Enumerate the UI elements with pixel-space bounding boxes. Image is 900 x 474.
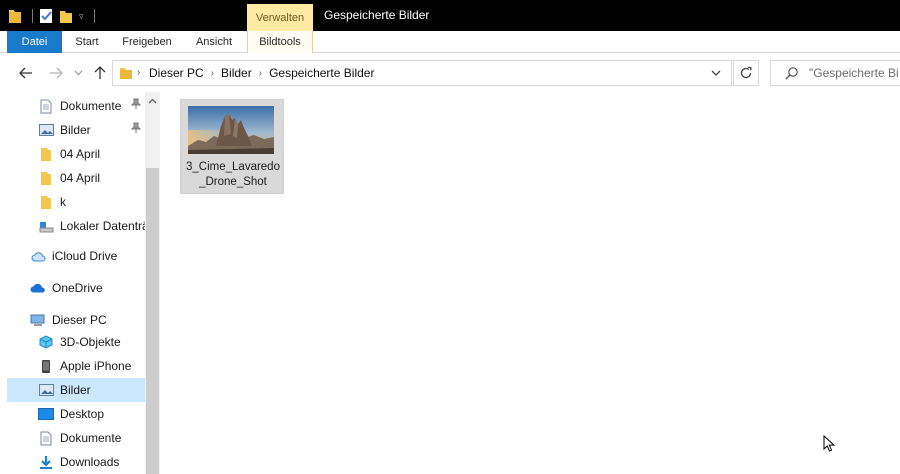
sidebar-item-bilder[interactable]: Bilder: [7, 378, 145, 402]
sidebar-item-label: Dokumente: [60, 431, 122, 445]
arrow-right-icon: [50, 67, 63, 79]
chevron-down-icon: [711, 70, 721, 76]
tab-datei[interactable]: Datei: [7, 31, 62, 53]
documents-icon: [38, 98, 54, 114]
breadcrumb-gespeicherte-bilder[interactable]: Gespeicherte Bilder: [269, 66, 374, 80]
sidebar-item-k[interactable]: k: [38, 190, 145, 214]
breadcrumb-dieser-pc[interactable]: Dieser PC: [149, 66, 204, 80]
toolbar-divider: [32, 9, 33, 23]
sidebar-item-label: Downloads: [60, 455, 120, 469]
title-bar: ▿ Verwalten Gespeicherte Bilder: [0, 0, 900, 31]
image-thumbnail: [188, 106, 274, 154]
drive-icon: [38, 218, 54, 234]
arrow-left-icon: [19, 67, 32, 79]
search-box[interactable]: [770, 60, 900, 86]
file-item[interactable]: 3_Cime_Lavaredo _Drone_Shot: [180, 99, 284, 194]
pictures-icon: [38, 122, 54, 138]
3d-objects-icon: [38, 334, 54, 350]
new-folder-icon[interactable]: [59, 8, 73, 24]
chevron-up-icon: [148, 98, 157, 104]
phone-icon: [38, 358, 54, 374]
pin-icon[interactable]: [130, 122, 142, 137]
file-list: 3_Cime_Lavaredo _Drone_Shot: [161, 92, 900, 474]
navigation-pane: Dokumente Bilder 04 April 04 April k Lok…: [0, 92, 160, 474]
computer-icon: [30, 312, 46, 328]
search-icon: [785, 66, 799, 83]
folder-icon: [119, 66, 133, 83]
back-button[interactable]: [16, 63, 36, 83]
chevron-right-icon[interactable]: ›: [211, 68, 214, 79]
sidebar-item-label: 04 April: [60, 171, 101, 185]
sidebar-item-label: Desktop: [60, 407, 105, 421]
sidebar-item-label: 04 April: [60, 147, 101, 161]
folder-icon: [38, 194, 54, 210]
mouse-cursor-icon: [823, 434, 836, 455]
tab-verwalten[interactable]: Verwalten: [247, 4, 313, 31]
forward-button[interactable]: [46, 63, 66, 83]
downloads-icon: [38, 454, 54, 470]
up-button[interactable]: [90, 63, 110, 83]
customize-toolbar-icon[interactable]: ▿: [79, 11, 84, 22]
sidebar-item-04-april[interactable]: 04 April: [38, 142, 145, 166]
search-input[interactable]: [809, 64, 899, 82]
sidebar-item-label: Bilder: [60, 383, 91, 397]
sidebar-item-dokumente[interactable]: Dokumente: [38, 426, 145, 450]
sidebar-item-label: Bilder: [60, 123, 91, 137]
sidebar-item-lokaler-datentraeger[interactable]: Lokaler Datenträger: [38, 214, 145, 238]
refresh-button[interactable]: [733, 60, 759, 86]
onedrive-icon: [30, 280, 46, 296]
sidebar-item-dieser-pc[interactable]: Dieser PC: [30, 308, 145, 332]
sidebar-item-label: Dieser PC: [52, 313, 107, 327]
folder-icon[interactable]: [8, 8, 22, 24]
sidebar-item-3d-objekte[interactable]: 3D-Objekte: [38, 330, 145, 354]
sidebar-item-label: Dokumente: [60, 99, 122, 113]
address-bar[interactable]: › Dieser PC › Bilder › Gespeicherte Bild…: [112, 60, 732, 86]
chevron-down-icon: [74, 70, 82, 76]
scroll-thumb[interactable]: [146, 168, 159, 474]
icloud-icon: [30, 248, 46, 264]
sidebar-item-label: 3D-Objekte: [60, 335, 121, 349]
sidebar-item-label: iCloud Drive: [52, 249, 118, 263]
sidebar-item-apple-iphone[interactable]: Apple iPhone: [38, 354, 145, 378]
breadcrumb-bilder[interactable]: Bilder: [221, 66, 252, 80]
file-name: 3_Cime_Lavaredo _Drone_Shot: [186, 161, 280, 188]
ribbon-tabs: Datei Start Freigeben Ansicht Bildtools: [0, 31, 900, 53]
sidebar-item-04-april-2[interactable]: 04 April: [38, 166, 145, 190]
tab-bildtools[interactable]: Bildtools: [247, 31, 313, 53]
chevron-right-icon[interactable]: ›: [259, 68, 262, 79]
sidebar-item-label: k: [60, 195, 66, 209]
properties-icon[interactable]: [39, 8, 53, 24]
pictures-icon: [38, 382, 54, 398]
pin-icon[interactable]: [130, 98, 142, 113]
breadcrumb: Dieser PC › Bilder › Gespeicherte Bilder: [149, 61, 374, 85]
desktop-icon: [38, 406, 54, 422]
sidebar-item-label: Lokaler Datenträger: [60, 219, 145, 233]
sidebar-item-downloads[interactable]: Downloads: [38, 450, 145, 474]
sidebar-item-desktop[interactable]: Desktop: [38, 402, 145, 426]
sidebar-item-label: Apple iPhone: [60, 359, 132, 373]
folder-icon: [38, 170, 54, 186]
toolbar-divider: [93, 9, 95, 23]
sidebar-item-bilder-quick[interactable]: Bilder: [38, 118, 145, 142]
chevron-right-icon[interactable]: ›: [137, 67, 140, 78]
address-dropdown-button[interactable]: [703, 60, 729, 86]
arrow-up-icon: [94, 66, 106, 79]
sidebar-item-dokumente-quick[interactable]: Dokumente: [38, 94, 145, 118]
tab-start[interactable]: Start: [64, 31, 110, 53]
sidebar-item-label: OneDrive: [52, 281, 103, 295]
tab-ansicht[interactable]: Ansicht: [184, 31, 244, 53]
quick-access-toolbar: ▿: [8, 6, 95, 26]
tab-freigeben[interactable]: Freigeben: [114, 31, 180, 53]
documents-icon: [38, 430, 54, 446]
folder-icon: [38, 146, 54, 162]
refresh-icon: [740, 66, 752, 79]
window-title: Gespeicherte Bilder: [324, 8, 430, 22]
recent-locations-button[interactable]: [68, 63, 88, 83]
scroll-up-button[interactable]: [145, 92, 160, 110]
sidebar-scrollbar[interactable]: [145, 92, 160, 474]
sidebar-item-onedrive[interactable]: OneDrive: [30, 276, 145, 300]
sidebar-item-icloud-drive[interactable]: iCloud Drive: [30, 244, 145, 268]
